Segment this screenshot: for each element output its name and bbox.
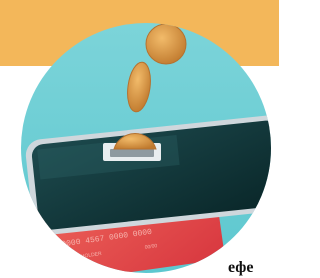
coins-into-phone-photo: 0000 4567 0000 0000 CARD HOLDER 00/00 xyxy=(21,23,271,273)
falling-coin xyxy=(201,23,223,35)
falling-coin xyxy=(145,23,187,65)
caption-text: ефе xyxy=(228,259,254,276)
